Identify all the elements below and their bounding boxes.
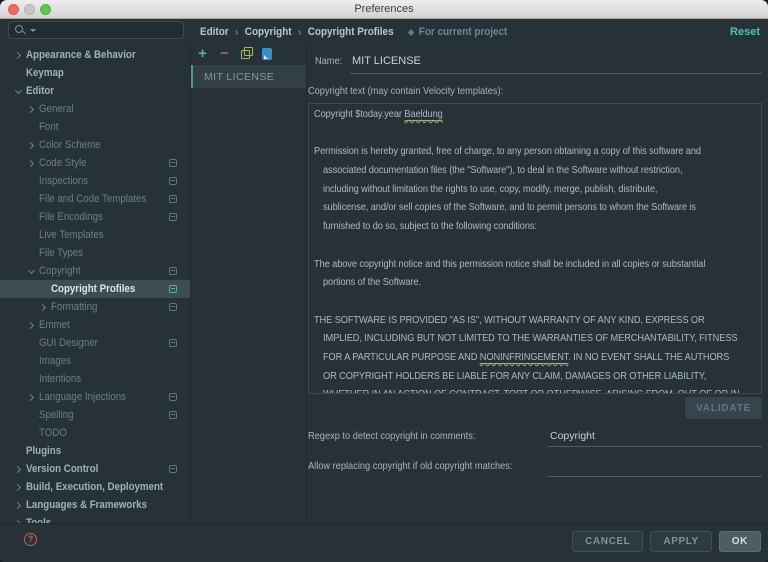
allow-replacing-label: Allow replacing copyright if old copyrig… [308, 460, 540, 472]
add-icon[interactable] [196, 47, 209, 60]
chevron-right-icon: › [298, 25, 302, 39]
chevron-right-icon[interactable] [23, 395, 39, 400]
help-icon[interactable] [24, 533, 37, 546]
sidebar-item-emmet[interactable]: Emmet [0, 316, 190, 334]
chevron-right-icon[interactable] [23, 107, 39, 112]
scope-indicator: For current project [409, 26, 507, 38]
sidebar-item-plugins[interactable]: Plugins [0, 442, 190, 460]
allow-replacing-field-underline [548, 476, 762, 477]
project-settings-icon [169, 267, 177, 275]
project-settings-icon [169, 285, 177, 293]
import-icon[interactable] [262, 48, 272, 60]
footer-bar: CANCEL APPLY OK [0, 523, 768, 562]
chevron-right-icon[interactable] [35, 305, 51, 310]
chevron-right-icon[interactable] [10, 53, 26, 58]
sidebar-item-inspections[interactable]: Inspections [0, 172, 190, 190]
sidebar-item-editor[interactable]: Editor [0, 82, 190, 100]
regexp-field-underline [548, 446, 762, 447]
preferences-window: Preferences Editor › Copyright › Copyrig… [0, 0, 768, 562]
sidebar-item-language-injections[interactable]: Language Injections [0, 388, 190, 406]
project-settings-icon [169, 177, 177, 185]
project-settings-icon [169, 465, 177, 473]
breadcrumb: Editor › Copyright › Copyright Profiles … [200, 24, 507, 40]
settings-tree: Appearance & Behavior Keymap Editor Gene… [0, 42, 190, 524]
sidebar-item-intentions[interactable]: Intentions [0, 370, 190, 388]
sidebar-item-build-execution-deployment[interactable]: Build, Execution, Deployment [0, 478, 190, 496]
diamond-icon [408, 28, 414, 35]
project-settings-icon [169, 411, 177, 419]
duplicate-icon[interactable] [240, 47, 253, 60]
name-label: Name: [315, 55, 346, 67]
copyright-text-label: Copyright text (may contain Velocity tem… [308, 85, 530, 97]
project-settings-icon [169, 303, 177, 311]
regexp-label: Regexp to detect copyright in comments: [308, 430, 498, 442]
copyright-text-editor[interactable]: Copyright $today.year Baeldung Permissio… [308, 103, 762, 394]
chevron-down-icon[interactable] [23, 268, 39, 275]
sidebar-item-spelling[interactable]: Spelling [0, 406, 190, 424]
copyright-profile-form: Name: MIT LICENSE Copyright text (may co… [308, 42, 768, 524]
sidebar-item-gui-designer[interactable]: GUI Designer [0, 334, 190, 352]
chevron-right-icon[interactable] [10, 503, 26, 508]
regexp-field[interactable]: Copyright [550, 430, 595, 442]
chevron-right-icon[interactable] [23, 143, 39, 148]
name-field[interactable]: MIT LICENSE [352, 55, 421, 67]
remove-icon[interactable] [218, 47, 231, 60]
project-settings-icon [169, 213, 177, 221]
sidebar-item-formatting[interactable]: Formatting [0, 298, 190, 316]
cancel-button[interactable]: CANCEL [572, 531, 643, 552]
scope-label: For current project [419, 26, 508, 38]
sidebar-item-code-style[interactable]: Code Style [0, 154, 190, 172]
spellcheck-word: Baeldung [404, 108, 442, 121]
validate-button[interactable]: VALIDATE [685, 397, 762, 419]
sidebar-item-todo[interactable]: TODO [0, 424, 190, 442]
breadcrumb-copyright-profiles[interactable]: Copyright Profiles [308, 26, 394, 38]
chevron-right-icon[interactable] [23, 323, 39, 328]
chevron-right-icon[interactable] [23, 161, 39, 166]
name-field-underline [350, 73, 762, 74]
chevron-right-icon: › [235, 25, 239, 39]
breadcrumb-editor[interactable]: Editor [200, 26, 229, 38]
sidebar-item-file-types[interactable]: File Types [0, 244, 190, 262]
sidebar-item-file-and-code-templates[interactable]: File and Code Templates [0, 190, 190, 208]
project-settings-icon [169, 195, 177, 203]
reset-link[interactable]: Reset [730, 26, 760, 38]
window-title: Preferences [0, 0, 768, 18]
spellcheck-word: NONINFRINGEMENT [480, 351, 569, 364]
chevron-right-icon[interactable] [10, 467, 26, 472]
sidebar-item-appearance-behavior[interactable]: Appearance & Behavior [0, 46, 190, 64]
sidebar-item-copyright[interactable]: Copyright [0, 262, 190, 280]
sidebar-item-copyright-profiles[interactable]: Copyright Profiles [0, 280, 190, 298]
search-icon [14, 24, 29, 36]
ok-button[interactable]: OK [719, 531, 761, 552]
settings-search-input[interactable] [36, 23, 183, 37]
breadcrumb-copyright[interactable]: Copyright [245, 26, 292, 38]
sidebar-item-general[interactable]: General [0, 100, 190, 118]
project-settings-icon [169, 159, 177, 167]
sidebar-item-live-templates[interactable]: Live Templates [0, 226, 190, 244]
sidebar-item-font[interactable]: Font [0, 118, 190, 136]
profiles-panel: MIT LICENSE [190, 42, 307, 524]
sidebar-item-color-scheme[interactable]: Color Scheme [0, 136, 190, 154]
settings-search-box[interactable] [8, 21, 184, 39]
sidebar-item-images[interactable]: Images [0, 352, 190, 370]
sidebar-item-file-encodings[interactable]: File Encodings [0, 208, 190, 226]
profile-list-item[interactable]: MIT LICENSE [191, 65, 306, 88]
project-settings-icon [169, 393, 177, 401]
sidebar-item-keymap[interactable]: Keymap [0, 64, 190, 82]
sidebar-item-languages-frameworks[interactable]: Languages & Frameworks [0, 496, 190, 514]
sidebar-item-version-control[interactable]: Version Control [0, 460, 190, 478]
chevron-right-icon[interactable] [10, 485, 26, 490]
titlebar: Preferences [0, 0, 768, 19]
project-settings-icon [169, 339, 177, 347]
chevron-down-icon[interactable] [10, 88, 26, 95]
profiles-toolbar [191, 42, 306, 62]
apply-button[interactable]: APPLY [650, 531, 711, 552]
